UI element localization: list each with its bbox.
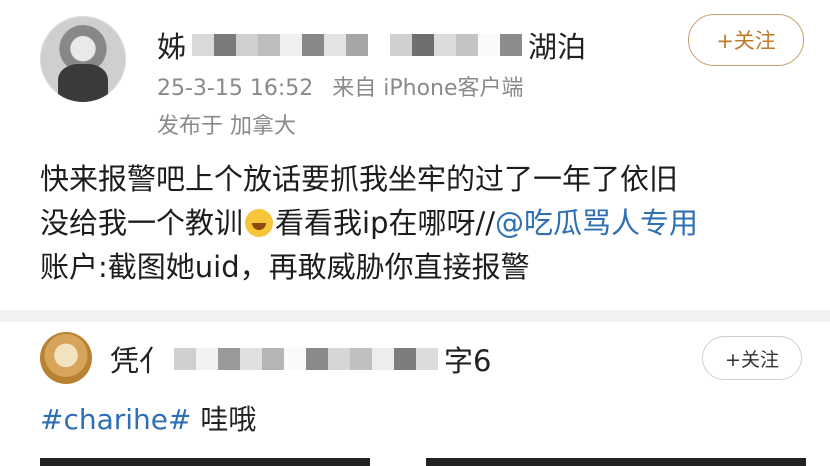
username[interactable]: 姊 湖泊 xyxy=(157,24,586,66)
body-text-part: 没给我一个教训 xyxy=(40,206,244,240)
post-location: 发布于 加拿大 xyxy=(157,114,296,139)
username-start: 凭亻 xyxy=(110,344,169,378)
avatar[interactable] xyxy=(40,332,92,384)
username-start: 姊 xyxy=(157,30,187,64)
username-end: 湖泊 xyxy=(528,30,587,64)
weibo-post-2: 凭亻 字6 +关注 #charihe# 哇哦 xyxy=(0,322,830,466)
post-source: 来自 iPhone客户端 xyxy=(332,76,524,101)
name-mosaic xyxy=(192,34,523,56)
post-divider xyxy=(0,310,830,322)
laugh-cry-emoji-icon xyxy=(245,209,274,237)
media-thumbnail[interactable] xyxy=(40,458,370,466)
post-meta: 25-3-15 16:52 来自 iPhone客户端 xyxy=(157,70,524,102)
body-line-2: 没给我一个教训 看看我ip在哪呀//@吃瓜骂人专用 xyxy=(40,201,810,245)
follow-button[interactable]: +关注 xyxy=(688,14,804,66)
follow-button[interactable]: +关注 xyxy=(702,336,802,380)
body-line-1: 快来报警吧上个放话要抓我坐牢的过了一年了依旧 xyxy=(40,162,679,196)
body-text-part: 看看我ip在哪呀// xyxy=(275,206,496,240)
post-body: 快来报警吧上个放话要抓我坐牢的过了一年了依旧 没给我一个教训 看看我ip在哪呀//… xyxy=(40,157,810,289)
post-text: 哇哦 xyxy=(191,403,257,436)
post-time: 25-3-15 16:52 xyxy=(157,76,314,101)
mention-link[interactable]: @吃瓜骂人专用 xyxy=(495,206,698,240)
weibo-post-1: 姊 湖泊 25-3-15 16:52 来自 iPhone客户端 发布于 加拿大 … xyxy=(0,0,830,310)
avatar[interactable] xyxy=(40,16,126,102)
post-body: #charihe# 哇哦 xyxy=(40,398,256,438)
topic-tag-link[interactable]: #charihe# xyxy=(40,403,191,436)
media-thumbnail[interactable] xyxy=(426,458,806,466)
body-line-3: 账户:截图她uid，再敢威胁你直接报警 xyxy=(40,250,530,284)
username[interactable]: 凭亻 字6 xyxy=(110,338,491,380)
username-end: 字6 xyxy=(444,344,492,378)
name-mosaic xyxy=(174,348,439,370)
